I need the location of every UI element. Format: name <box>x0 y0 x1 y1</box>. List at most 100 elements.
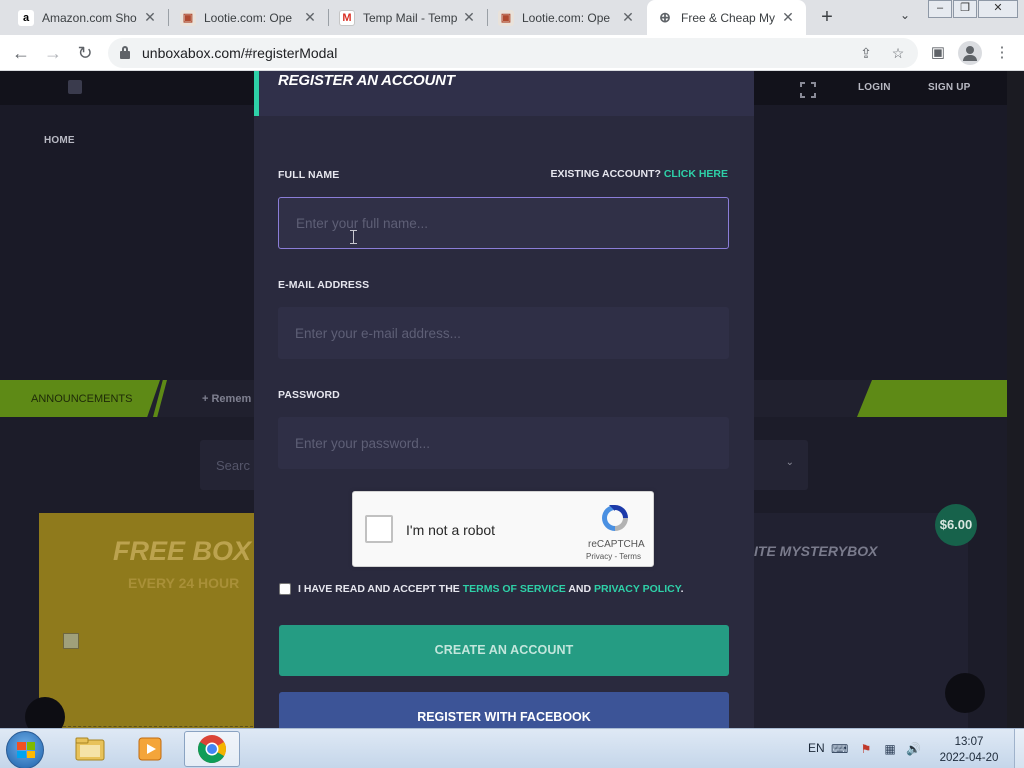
price-badge: $6.00 <box>935 504 977 546</box>
show-desktop-button[interactable] <box>1014 729 1024 768</box>
existing-account-text: EXISTING ACCOUNT? <box>550 168 661 180</box>
email-input[interactable] <box>278 307 729 359</box>
recaptcha-widget: I'm not a robot reCAPTCHA Privacy - Term… <box>352 491 654 567</box>
reload-icon[interactable]: ↻ <box>73 41 97 65</box>
recaptcha-brand: reCAPTCHA <box>588 539 645 550</box>
announcements-label: ANNOUNCEMENTS <box>31 393 133 405</box>
tab-search-chevron-icon[interactable]: ⌄ <box>895 8 915 28</box>
volume-icon[interactable]: 🔊 <box>906 742 921 756</box>
close-tab-icon[interactable]: ✕ <box>780 9 796 26</box>
signup-link[interactable]: SIGN UP <box>928 82 971 93</box>
keyboard-icon[interactable]: ⌨ <box>831 742 848 756</box>
language-indicator[interactable]: EN <box>808 741 825 755</box>
tab-title: Temp Mail - Temp <box>363 10 458 25</box>
register-facebook-button[interactable]: REGISTER WITH FACEBOOK <box>279 692 729 728</box>
browser-toolbar: ← → ↻ unboxabox.com/#registerModal ⇪ ☆ ▣… <box>0 35 1024 71</box>
network-icon[interactable]: ▦ <box>883 742 897 756</box>
share-icon[interactable]: ⇪ <box>856 43 876 63</box>
globe-favicon-icon: ⊕ <box>659 9 671 25</box>
password-field[interactable] <box>278 417 729 469</box>
minimize-window-icon[interactable]: – <box>928 0 952 18</box>
fullscreen-icon[interactable] <box>800 82 816 98</box>
profile-avatar-icon[interactable] <box>958 41 982 65</box>
chevron-down-icon[interactable]: ⌄ <box>786 457 794 468</box>
windows-logo-icon <box>17 742 35 758</box>
email-label: E-MAIL ADDRESS <box>278 279 370 291</box>
close-tab-icon[interactable]: ✕ <box>302 9 318 26</box>
broken-image-icon <box>63 633 79 649</box>
terms-prefix: I HAVE READ AND ACCEPT THE <box>298 583 460 595</box>
tab-title: Free & Cheap My <box>681 10 776 25</box>
chrome-menu-kebab-icon[interactable]: ⋮ <box>990 41 1014 65</box>
start-button[interactable] <box>6 731 44 768</box>
password-input[interactable] <box>278 417 729 469</box>
full-name-input[interactable] <box>279 198 728 248</box>
page-scrollbar[interactable] <box>1007 71 1024 728</box>
bookmark-star-icon[interactable]: ☆ <box>888 43 908 63</box>
create-account-button[interactable]: CREATE AN ACCOUNT <box>279 625 729 676</box>
click-here-link[interactable]: CLICK HERE <box>664 168 728 180</box>
media-player-taskbar-button[interactable] <box>122 731 178 767</box>
terms-agreement-text: I HAVE READ AND ACCEPT THE TERMS OF SERV… <box>298 583 683 595</box>
restore-window-icon[interactable]: ❐ <box>953 0 977 18</box>
recaptcha-privacy-terms-links[interactable]: Privacy - Terms <box>586 552 641 561</box>
new-tab-plus-icon[interactable]: + <box>815 6 839 30</box>
recaptcha-checkbox[interactable] <box>365 515 393 543</box>
password-label: PASSWORD <box>278 389 340 401</box>
url-text[interactable]: unboxabox.com/#registerModal <box>142 45 337 61</box>
gmail-favicon-icon: M <box>339 9 355 26</box>
announcements-right-accent <box>857 380 1007 417</box>
site-search-placeholder: Searc <box>216 458 250 473</box>
system-clock[interactable]: 13:07 2022-04-20 <box>930 734 1008 766</box>
text-cursor-icon <box>350 230 358 244</box>
lock-icon[interactable] <box>120 46 130 59</box>
media-player-icon <box>138 737 162 761</box>
free-box-title: FREE BOX <box>113 536 252 566</box>
lootie-box-favicon-icon: ▣ <box>180 9 196 26</box>
tab-lootie-2[interactable]: ▣ Lootie.com: Ope ✕ <box>488 0 646 35</box>
clock-date: 2022-04-20 <box>939 752 999 764</box>
forward-arrow-icon[interactable]: → <box>41 41 65 65</box>
file-explorer-taskbar-button[interactable] <box>62 731 118 767</box>
tab-title: Lootie.com: Ope <box>522 10 611 25</box>
lootie-box-favicon-icon: ▣ <box>498 9 514 26</box>
modal-title: REGISTER AN ACCOUNT <box>278 72 455 89</box>
chrome-taskbar-button[interactable] <box>184 731 240 767</box>
clock-time: 13:07 <box>954 736 984 748</box>
tab-title: Amazon.com Sho <box>42 10 137 25</box>
chrome-icon <box>198 735 226 763</box>
folder-icon <box>75 737 105 761</box>
action-center-flag-icon[interactable]: ⚑ <box>859 742 873 756</box>
side-panel-icon[interactable]: ▣ <box>926 41 950 65</box>
tab-amazon[interactable]: a Amazon.com Sho ✕ <box>8 0 168 35</box>
close-tab-icon[interactable]: ✕ <box>461 9 477 26</box>
close-tab-icon[interactable]: ✕ <box>620 9 636 26</box>
full-name-field[interactable] <box>278 197 729 249</box>
back-arrow-icon[interactable]: ← <box>9 41 33 65</box>
elite-mysterybox-card[interactable]: ITE MYSTERYBOX <box>754 513 968 728</box>
close-window-icon[interactable]: ✕ <box>978 0 1018 18</box>
close-tab-icon[interactable]: ✕ <box>142 9 158 26</box>
login-link[interactable]: LOGIN <box>858 82 891 93</box>
recaptcha-label: I'm not a robot <box>406 522 496 538</box>
windows-taskbar: EN ⌨ ⚑ ▦ 🔊 13:07 2022-04-20 <box>0 728 1024 768</box>
elite-box-title: ITE MYSTERYBOX <box>754 543 878 559</box>
carousel-nav-right[interactable] <box>945 673 985 713</box>
facebook-social-icon[interactable] <box>68 80 82 94</box>
terms-checkbox[interactable] <box>279 583 291 595</box>
recaptcha-logo-icon <box>602 505 628 531</box>
privacy-policy-link[interactable]: PRIVACY POLICY <box>594 583 681 595</box>
tab-unboxabox-active[interactable]: ⊕ Free & Cheap My ✕ <box>647 0 806 35</box>
register-modal: REGISTER AN ACCOUNT FULL NAME EXISTING A… <box>254 71 754 728</box>
terms-of-service-link[interactable]: TERMS OF SERVICE <box>463 583 566 595</box>
home-link[interactable]: HOME <box>44 135 75 146</box>
tab-separator <box>168 9 169 26</box>
card-divider <box>63 726 253 727</box>
address-bar[interactable]: unboxabox.com/#registerModal ⇪ ☆ <box>108 38 918 68</box>
free-box-card[interactable]: FREE BOX EVERY 24 HOUR <box>39 513 269 728</box>
email-field[interactable] <box>278 307 729 359</box>
terms-and: AND <box>568 583 592 595</box>
tab-temp-mail[interactable]: M Temp Mail - Temp ✕ <box>329 0 487 35</box>
amazon-favicon-icon: a <box>18 9 34 26</box>
tab-lootie-1[interactable]: ▣ Lootie.com: Ope ✕ <box>170 0 328 35</box>
